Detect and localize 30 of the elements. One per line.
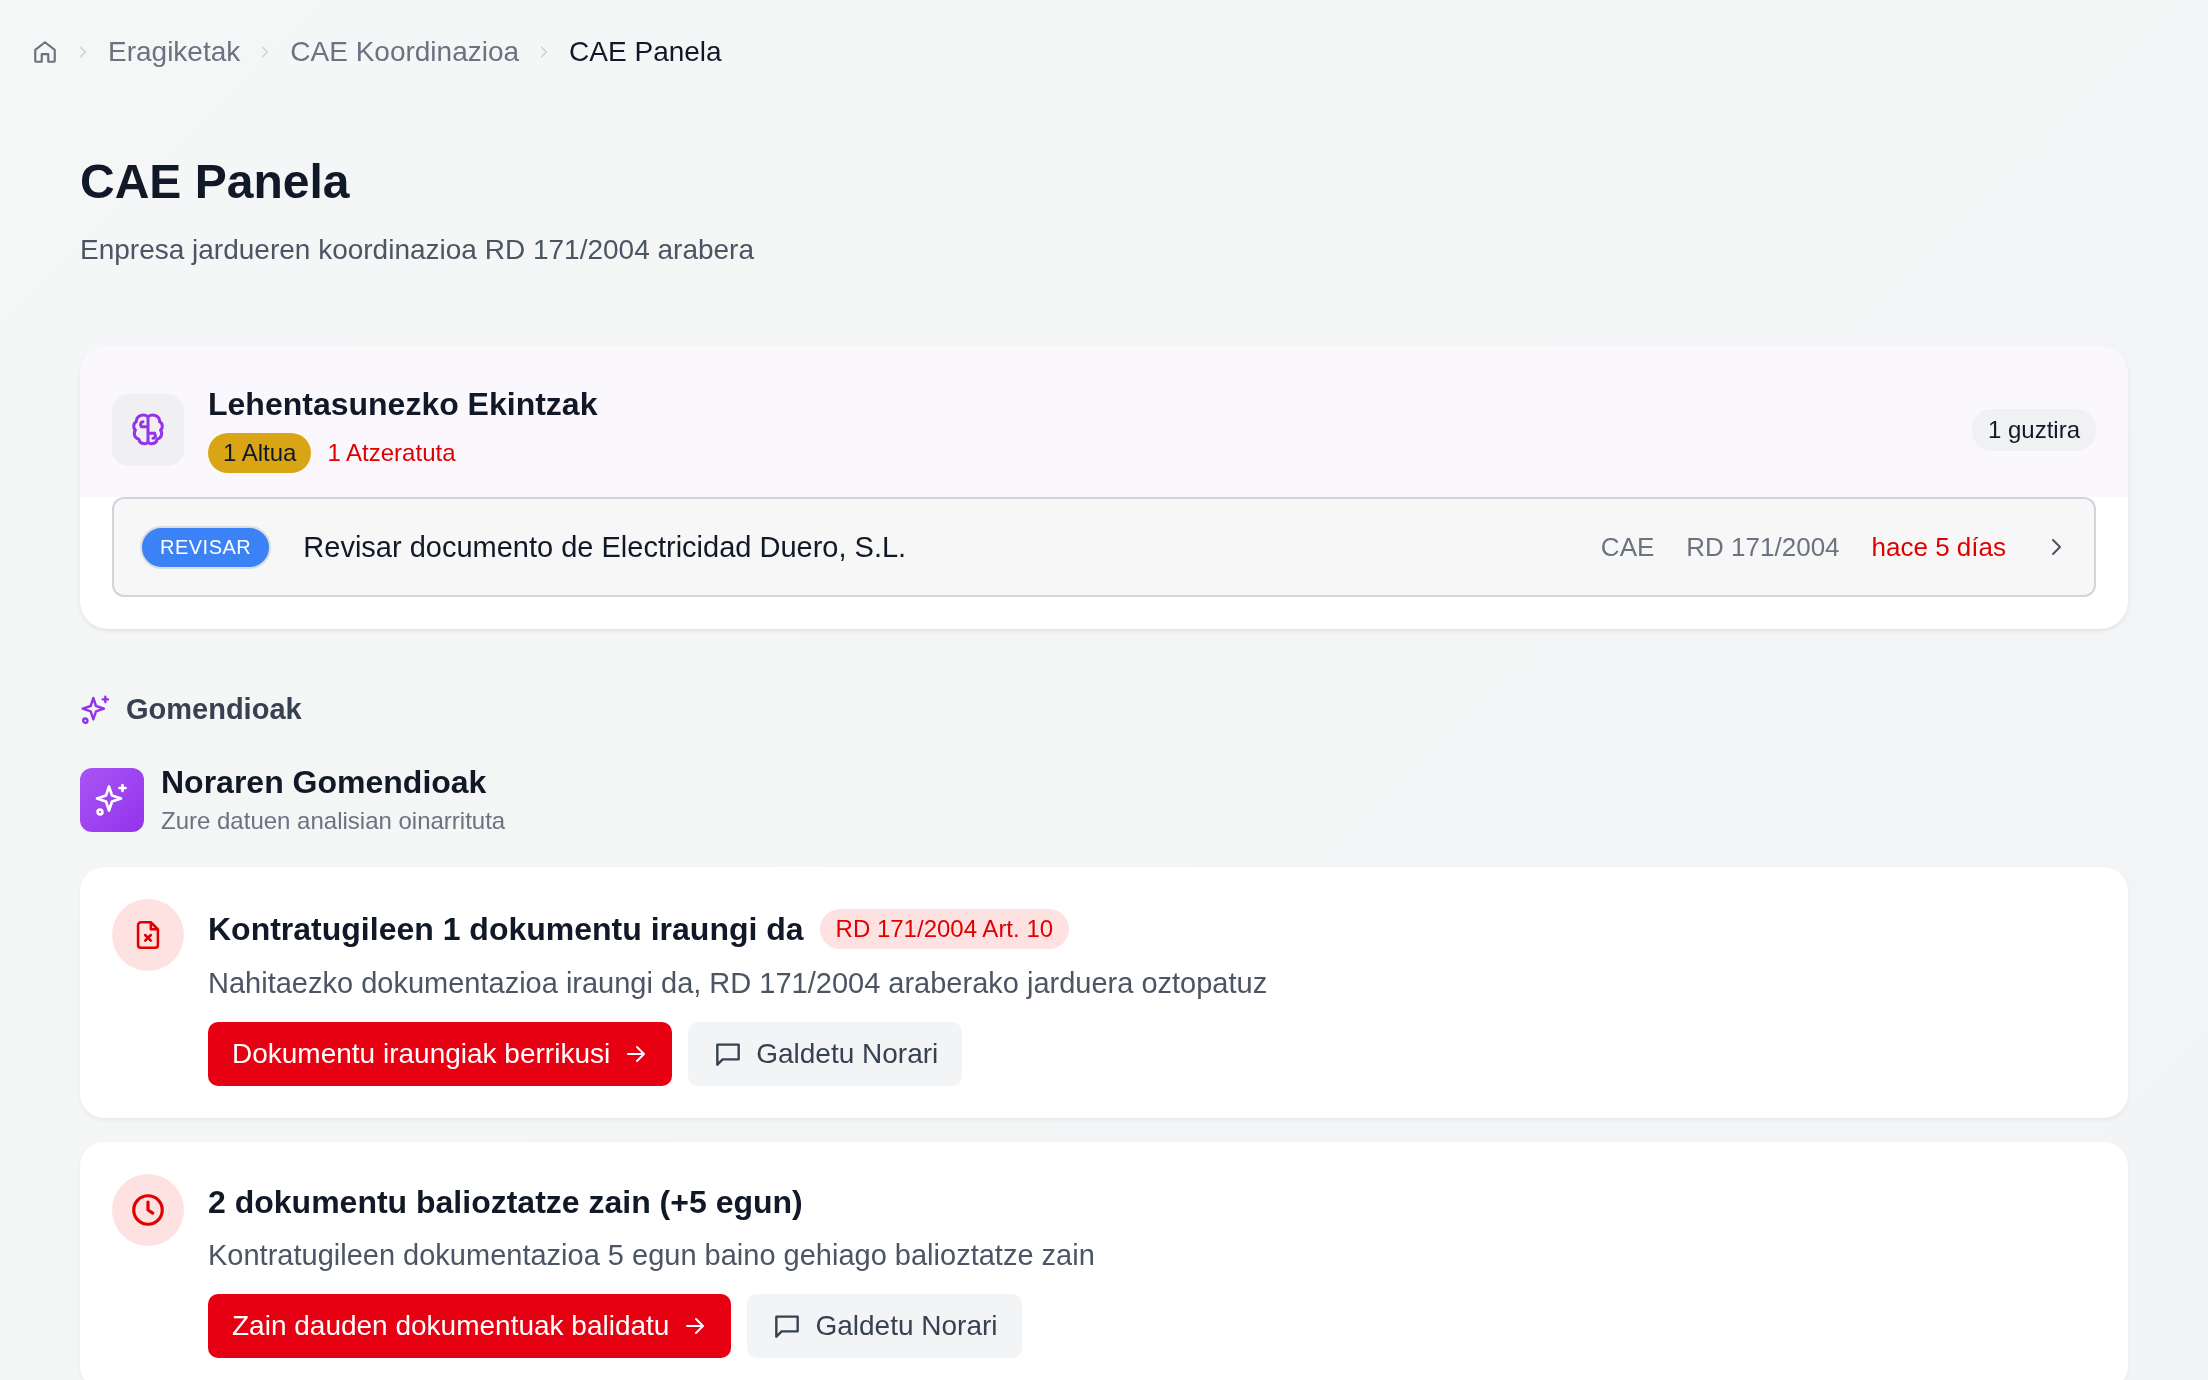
category-label: CAE (1600, 531, 1655, 563)
action-title: Revisar documento de Electricidad Duero, S.L. (303, 530, 908, 564)
regulation-label: RD 171/2004 (1686, 531, 1840, 563)
page-subtitle: Enpresa jardueren koordinazioa RD 171/2004 arabera (80, 234, 755, 266)
home-icon[interactable] (32, 39, 58, 65)
recommendation-description: Nahitaezko dokumentazioa iraungi da, RD 171/2004 araberako jarduera oztopatuz (208, 967, 1268, 1000)
panel-title: Lehentasunezko Ekintzak (208, 386, 599, 423)
page-title: CAE Panela (80, 158, 351, 206)
overdue-count: 1 Atzeratuta (327, 439, 456, 467)
recommendation-description: Kontratugileen dokumentazioa 5 egun baino gehiago balioztatze zain (208, 1239, 1095, 1272)
recommendations-title: Noraren Gomendioak (161, 764, 488, 801)
sparkles-icon (80, 693, 112, 726)
sparkles-icon (94, 781, 130, 818)
status-tag: REVISAR (140, 525, 272, 569)
age-label: hace 5 días (1871, 531, 2006, 563)
primary-action-button[interactable]: Zain dauden dokumentuak balidatu (208, 1294, 732, 1358)
recommendations-subtitle: Zure datuen analisian oinarrituta (161, 807, 506, 835)
section-title: Gomendioak (126, 693, 302, 726)
action-row[interactable]: REVISAR Revisar documento de Electricidad Duero, S.L. CAE RD 171/2004 hace 5 días (112, 497, 2096, 597)
priority-badge: 1 Altua (208, 433, 312, 473)
ask-button[interactable]: Galdetu Norari (688, 1022, 963, 1086)
total-count-badge: 1 guztira (1971, 408, 2096, 451)
breadcrumb-link[interactable]: Eragiketak (108, 36, 241, 68)
recommendation-title: 2 dokumentu balioztatze zain (+5 egun) (208, 1184, 803, 1221)
clock-icon (129, 1191, 167, 1229)
breadcrumb-link[interactable]: CAE Koordinazioa (290, 36, 520, 68)
primary-action-button[interactable]: Dokumentu iraungiak berrikusi (208, 1022, 673, 1086)
ask-button[interactable]: Galdetu Norari (747, 1294, 1022, 1358)
recommendation-title: Kontratugileen 1 dokumentu iraungi da (208, 910, 804, 948)
regulation-tag: RD 171/2004 Art. 10 (819, 909, 1070, 949)
